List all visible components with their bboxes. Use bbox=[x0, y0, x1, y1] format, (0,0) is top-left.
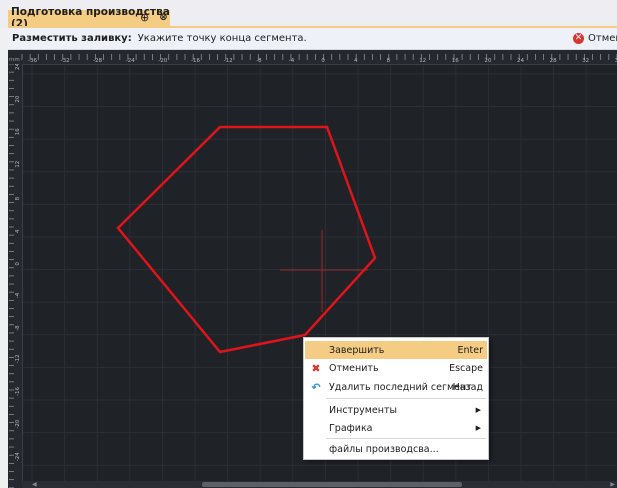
menu-item-shortcut: Назад bbox=[452, 381, 483, 393]
menu-separator bbox=[326, 438, 486, 439]
menu-item-label: Завершить bbox=[329, 344, 385, 356]
menu-item-finish[interactable]: Завершить Enter bbox=[305, 341, 487, 359]
menu-item-label: Удалить последний сегмент bbox=[329, 381, 472, 393]
menu-item-production-files[interactable]: файлы производсва... bbox=[305, 440, 487, 458]
ruler-tick-label: -28 bbox=[93, 58, 102, 64]
menu-item-tools[interactable]: Инструменты ▶ bbox=[305, 401, 487, 419]
ruler-unit-label: mm bbox=[9, 57, 20, 63]
ruler-tick-label: -8 bbox=[256, 58, 262, 64]
menu-item-label: Отменить bbox=[329, 362, 379, 374]
ruler-tick-label: -36 bbox=[28, 58, 37, 64]
command-title: Разместить заливку: bbox=[12, 33, 132, 44]
ruler-tick-label: 20 bbox=[15, 95, 21, 102]
ruler-tick-label: -4 bbox=[289, 58, 295, 64]
pin-icon[interactable]: ⊕ bbox=[140, 11, 149, 24]
horizontal-scrollbar[interactable]: ◀ ▶ bbox=[22, 481, 617, 488]
ruler-tick-label: 8 bbox=[387, 58, 391, 64]
undo-icon: ↶ bbox=[311, 380, 321, 394]
document-tab-strip: Подготовка производства (2) ⊕ ⊗ bbox=[0, 0, 617, 30]
cancel-command-button[interactable]: ✕ Отменит bbox=[573, 33, 617, 44]
ruler-tick-label: -16 bbox=[15, 387, 21, 396]
ruler-tick-label: 32 bbox=[582, 58, 589, 64]
menu-item-label: файлы производсва... bbox=[329, 443, 439, 455]
submenu-arrow-icon: ▶ bbox=[475, 424, 481, 432]
ruler-tick-label: -24 bbox=[126, 58, 135, 64]
menu-separator bbox=[326, 398, 486, 399]
menu-item-shortcut: Enter bbox=[457, 344, 484, 356]
ruler-tick-label: -20 bbox=[158, 58, 167, 64]
ruler-tick-label: 28 bbox=[550, 58, 557, 64]
ruler-tick-label: 0 bbox=[15, 262, 21, 266]
ruler-tick-label: -16 bbox=[191, 58, 200, 64]
ruler-tick-label: 12 bbox=[15, 161, 21, 168]
context-menu: Завершить Enter ✖ Отменить Escape ↶ Удал… bbox=[303, 337, 489, 460]
ruler-tick-label: -12 bbox=[15, 354, 21, 363]
menu-item-cancel[interactable]: ✖ Отменить Escape bbox=[305, 359, 487, 377]
scroll-right-icon[interactable]: ▶ bbox=[610, 481, 615, 488]
ruler-tick-label: -4 bbox=[15, 292, 21, 298]
ruler-tick-label: 4 bbox=[354, 58, 358, 64]
ruler-tick-label: 20 bbox=[484, 58, 491, 64]
ruler-tick-label: -8 bbox=[15, 325, 21, 331]
ruler-tick-label: 24 bbox=[517, 58, 524, 64]
polygon-region[interactable] bbox=[116, 125, 377, 354]
ruler-tick-label: 8 bbox=[15, 196, 21, 200]
ruler-tick-label: 12 bbox=[419, 58, 426, 64]
close-tab-icon[interactable]: ⊗ bbox=[158, 12, 169, 23]
ruler-tick-label: 16 bbox=[15, 128, 21, 135]
horizontal-ruler: mm -36 -32 -28 -24 -20 -16 -12 -8 -4 0 4 8 12 16 20 24 28… bbox=[8, 50, 617, 65]
vertical-ruler: 24 20 16 12 8 4 0 -4 -8 -12 -16 -20 -24 bbox=[8, 64, 23, 488]
ruler-tick-label: 0 bbox=[321, 58, 325, 64]
scroll-left-icon[interactable]: ◀ bbox=[32, 481, 37, 488]
menu-item-graphics[interactable]: Графика ▶ bbox=[305, 419, 487, 437]
ruler-tick-label: -32 bbox=[61, 58, 70, 64]
cancel-icon: ✕ bbox=[573, 33, 584, 44]
menu-item-shortcut: Escape bbox=[449, 362, 483, 374]
ruler-tick-label: -24 bbox=[15, 452, 21, 461]
menu-item-label: Инструменты bbox=[329, 404, 397, 416]
cancel-icon: ✖ bbox=[311, 361, 321, 375]
scrollbar-thumb[interactable] bbox=[202, 482, 462, 487]
submenu-arrow-icon: ▶ bbox=[475, 406, 481, 414]
menu-item-label: Графика bbox=[329, 422, 373, 434]
ruler-tick-label: 4 bbox=[15, 229, 21, 233]
ruler-tick-label: 24 bbox=[15, 64, 21, 70]
ruler-tick-label: 16 bbox=[452, 58, 459, 64]
ruler-tick-label: -12 bbox=[224, 58, 233, 64]
cancel-command-label: Отменит bbox=[588, 33, 617, 44]
tab-production-prep[interactable]: Подготовка производства (2) ⊕ ⊗ bbox=[8, 6, 170, 30]
command-info-bar: Разместить заливку: Укажите точку конца … bbox=[8, 28, 617, 50]
ruler-tick-label: -20 bbox=[15, 419, 21, 428]
menu-item-delete-last-segment[interactable]: ↶ Удалить последний сегмент Назад bbox=[305, 378, 487, 396]
command-prompt: Укажите точку конца сегмента. bbox=[137, 33, 307, 44]
